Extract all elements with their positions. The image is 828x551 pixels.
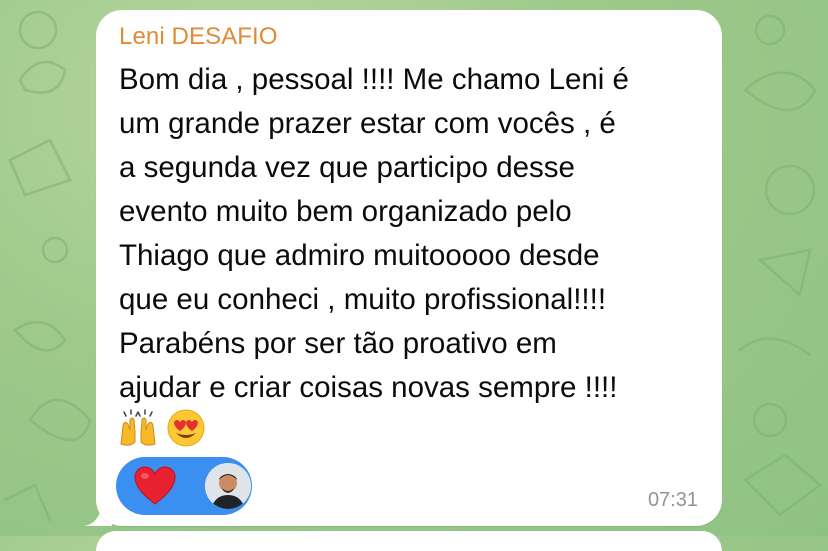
sender-name[interactable]: Leni DESAFIO xyxy=(119,23,278,51)
red-heart-icon xyxy=(134,466,176,505)
message-emoji-row xyxy=(118,408,206,448)
message-time: 07:31 xyxy=(647,489,698,511)
person-avatar-icon xyxy=(205,463,251,509)
raising-hands-icon xyxy=(120,409,156,446)
next-message-bubble[interactable] xyxy=(96,531,722,551)
reaction-pill[interactable] xyxy=(116,457,252,515)
message-bubble[interactable]: Leni DESAFIO Bom dia , pessoal !!!! Me c… xyxy=(96,10,722,526)
message-text: Bom dia , pessoal !!!! Me chamo Leni é u… xyxy=(119,63,629,404)
heart-eyes-icon xyxy=(167,409,205,447)
avatar[interactable] xyxy=(205,463,251,509)
